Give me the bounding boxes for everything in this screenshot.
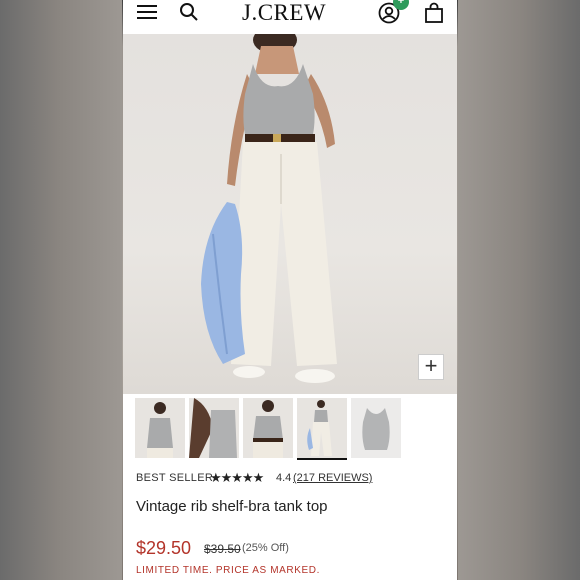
star-rating-icon: ★★★★★ [210, 470, 264, 485]
thumbnail-strip [135, 398, 455, 460]
zoom-button[interactable]: + [418, 354, 444, 380]
discount-label: (25% Off) [242, 542, 289, 554]
thumbnail-flat-lay[interactable] [351, 398, 401, 458]
jcrew-logo[interactable]: J.CREW [242, 0, 326, 26]
search-icon[interactable] [179, 2, 199, 22]
thumbnail-full-length[interactable] [297, 398, 347, 460]
rating-row: BEST SELLER ★★★★★ 4.4 (217 REVIEWS) [136, 470, 446, 488]
best-seller-badge: BEST SELLER [136, 472, 214, 484]
shopping-bag-icon[interactable] [423, 2, 445, 24]
product-hero-image[interactable]: + [123, 34, 457, 394]
rating-score: 4.4 [276, 472, 292, 484]
product-title: Vintage rib shelf-bra tank top [136, 498, 328, 515]
sale-price: $29.50 [136, 538, 192, 558]
reviews-link[interactable]: (217 REVIEWS) [293, 472, 372, 484]
thumbnail-back-view[interactable] [189, 398, 239, 458]
original-price: $39.50 [204, 542, 241, 556]
thumbnail-front-view[interactable] [135, 398, 185, 458]
menu-icon[interactable] [137, 5, 157, 19]
promo-note: LIMITED TIME. PRICE AS MARKED. [136, 565, 320, 576]
thumbnail-back-detail[interactable] [243, 398, 293, 458]
model-illustration [201, 34, 337, 383]
site-header: J.CREW + [123, 0, 457, 34]
phone-screen: J.CREW + + BEST SELLER ★★★★★ 4.4 (217 RE… [123, 0, 457, 580]
cart-badge: + [393, 0, 409, 10]
